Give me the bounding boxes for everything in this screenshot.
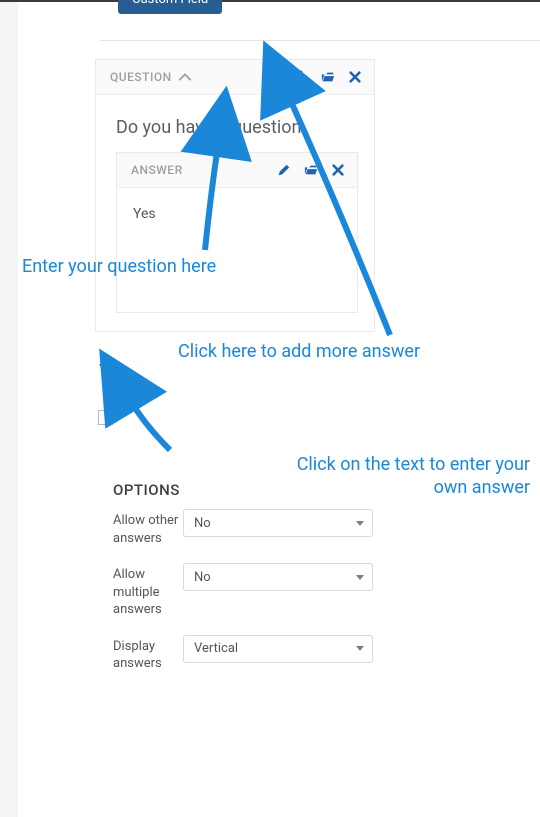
question-header-actions: [294, 70, 362, 84]
close-icon[interactable]: [348, 70, 362, 84]
option-row-allow-other: Allow other answers No: [113, 509, 373, 547]
close-icon[interactable]: [331, 163, 345, 177]
folder-open-icon[interactable]: [304, 163, 318, 177]
custom-field-button-label: Custom Field: [132, 0, 208, 7]
select-display[interactable]: Vertical: [183, 635, 373, 663]
custom-field-button[interactable]: Custom Field: [118, 0, 222, 14]
question-header[interactable]: QUESTION: [96, 60, 374, 95]
select-value: No: [194, 516, 211, 531]
answer-header-actions: [277, 163, 345, 177]
question-body: Do you have a question ANSWER Yes: [96, 95, 374, 331]
options-title: OPTIONS: [113, 481, 373, 499]
answer-item-row: Yes: [95, 362, 540, 425]
page-container: Custom Field QUESTION Do you have a ques…: [0, 2, 540, 817]
question-header-left: QUESTION: [110, 70, 192, 84]
caret-down-icon: [356, 521, 364, 526]
page-inner: Custom Field QUESTION Do you have a ques…: [18, 2, 540, 817]
folder-open-icon[interactable]: [321, 70, 335, 84]
select-allow-other[interactable]: No: [183, 509, 373, 537]
answer-checkbox[interactable]: [98, 410, 113, 425]
plus-icon[interactable]: [294, 70, 308, 84]
pencil-icon[interactable]: [277, 163, 291, 177]
answer-header[interactable]: ANSWER: [117, 153, 357, 188]
option-row-display: Display answers Vertical: [113, 635, 373, 673]
answer-header-label: ANSWER: [131, 163, 183, 177]
option-label: Allow multiple answers: [113, 563, 183, 619]
option-row-allow-multiple: Allow multiple answers No: [113, 563, 373, 619]
question-header-label: QUESTION: [110, 70, 172, 84]
caret-down-icon: [356, 575, 364, 580]
question-card: QUESTION Do you have a question ANSWER: [95, 59, 375, 332]
question-text[interactable]: Do you have a question: [116, 117, 358, 138]
select-value: No: [194, 570, 211, 585]
options-block: OPTIONS Allow other answers No Allow mul…: [113, 481, 373, 673]
caret-down-icon: [356, 646, 364, 651]
answer-item-label[interactable]: Yes: [99, 362, 122, 378]
option-label: Display answers: [113, 635, 183, 673]
option-label: Allow other answers: [113, 509, 183, 547]
answer-body: Yes: [117, 188, 357, 312]
select-allow-multiple[interactable]: No: [183, 563, 373, 591]
answer-text[interactable]: Yes: [133, 206, 156, 222]
select-value: Vertical: [194, 641, 238, 656]
top-button-holder: Custom Field: [18, 2, 540, 12]
chevron-up-icon: [178, 70, 192, 84]
divider: [100, 40, 540, 41]
answer-card: ANSWER Yes: [116, 152, 358, 313]
